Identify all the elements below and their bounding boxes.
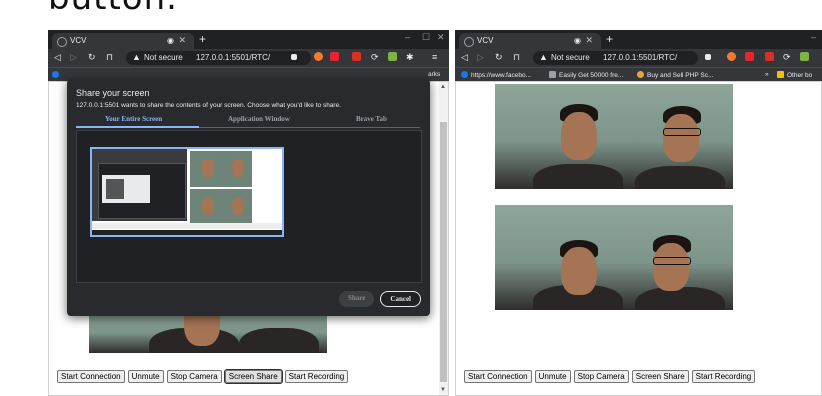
forward-icon[interactable]: ▷	[70, 52, 77, 63]
rewards-icon[interactable]	[745, 52, 754, 61]
browser-tab[interactable]: VCV ◉ ✕	[459, 33, 601, 49]
control-buttons: Start Connection Unmute Stop Camera Scre…	[57, 369, 349, 384]
reload-icon[interactable]: ↻	[88, 52, 96, 63]
scroll-up-icon[interactable]: ▲	[440, 84, 446, 90]
dialog-tabs: Your Entire Screen Application Window Br…	[76, 113, 420, 128]
start-connection-button[interactable]: Start Connection	[57, 370, 125, 383]
browser-tab[interactable]: VCV ◉ ✕	[52, 33, 194, 49]
pdf-extension-icon[interactable]	[352, 52, 361, 61]
puzzle-icon[interactable]: ✱	[406, 52, 414, 63]
minimize-icon[interactable]: –	[811, 32, 816, 42]
share-screen-dialog: Share your screen 127.0.0.1:5501 wants t…	[67, 79, 430, 316]
toolbar: ◁ ▷ ↻ ⊓ ▲ Not secure 127.0.0.1:5501/RTC/…	[48, 49, 449, 67]
screen-thumbnail[interactable]	[90, 147, 284, 237]
warning-icon: ▲	[539, 52, 548, 62]
facebook-icon[interactable]	[52, 71, 62, 79]
extension-icon[interactable]: ⟳	[371, 52, 379, 63]
facebook-icon	[461, 71, 468, 78]
tab-title: VCV	[70, 36, 87, 45]
browser-window-right: VCV ◉ ✕ + – ◁ ▷ ↻ ⊓ ▲ Not secure 127.0.0…	[455, 30, 822, 396]
control-buttons: Start Connection Unmute Stop Camera Scre…	[464, 370, 756, 383]
bookmark-other[interactable]: Other bo	[777, 71, 812, 79]
unmute-button[interactable]: Unmute	[127, 370, 164, 383]
unmute-button[interactable]: Unmute	[534, 370, 571, 383]
tab-title: VCV	[477, 36, 494, 45]
start-connection-button[interactable]: Start Connection	[464, 370, 532, 383]
screen-share-button[interactable]: Screen Share	[631, 370, 689, 383]
bookmark-easily-get[interactable]: Easily Get 50000 fre...	[549, 71, 623, 79]
menu-icon[interactable]: ≡	[432, 52, 437, 62]
scroll-thumb[interactable]	[440, 122, 447, 382]
title-bar: VCV ◉ ✕ + – ☐ ✕	[48, 30, 449, 49]
tab-close-icon[interactable]: ✕	[585, 35, 593, 46]
tab-application-window[interactable]: Application Window	[228, 115, 290, 123]
folder-icon	[777, 71, 784, 78]
address-bar[interactable]: ▲ Not secure 127.0.0.1:5501/RTC/	[533, 51, 698, 65]
bookmark-icon[interactable]: ⊓	[513, 52, 520, 63]
window-close-icon[interactable]: ✕	[437, 32, 445, 43]
start-recording-button[interactable]: Start Recording	[284, 370, 349, 383]
bookmarks-more-icon[interactable]: »	[765, 71, 769, 78]
extension-icon-2[interactable]	[388, 52, 397, 61]
bookmark-facebook[interactable]: https://www.facebo...	[461, 71, 531, 79]
camera-icon[interactable]	[705, 54, 711, 60]
minimize-icon[interactable]: –	[405, 32, 410, 42]
remote-video	[495, 205, 733, 310]
warning-icon: ▲	[132, 52, 141, 62]
reload-icon[interactable]: ↻	[495, 52, 503, 63]
new-tab-button[interactable]: +	[606, 32, 613, 46]
start-recording-button[interactable]: Start Recording	[691, 370, 756, 383]
bookmarks-overflow[interactable]: arks	[428, 71, 440, 78]
url-text: 127.0.0.1:5501/RTC/	[196, 53, 271, 62]
caption-text: button.	[48, 0, 178, 18]
url-text: 127.0.0.1:5501/RTC/	[603, 53, 678, 62]
active-tab-indicator	[76, 126, 199, 128]
forward-icon[interactable]: ▷	[477, 52, 484, 63]
camera-icon[interactable]	[291, 54, 297, 60]
cancel-button[interactable]: Cancel	[380, 291, 421, 307]
brave-shield-icon[interactable]	[314, 52, 323, 61]
extension-icon-2[interactable]	[800, 52, 809, 61]
share-button[interactable]: Share	[339, 291, 375, 307]
address-bar[interactable]: ▲ Not secure 127.0.0.1:5501/RTC/	[126, 51, 311, 65]
site-icon	[549, 71, 556, 78]
security-status: Not secure	[144, 53, 183, 62]
tab-favicon-icon	[57, 37, 67, 47]
scroll-down-icon[interactable]: ▼	[440, 387, 446, 393]
tab-favicon-icon	[464, 37, 474, 47]
screen-share-button[interactable]: Screen Share	[223, 369, 283, 384]
site-icon	[637, 71, 644, 78]
stop-camera-button[interactable]: Stop Camera	[166, 370, 222, 383]
rewards-icon[interactable]	[330, 52, 339, 61]
dialog-description: 127.0.0.1:5501 wants to share the conten…	[76, 102, 342, 109]
page-content: Start Connection Unmute Stop Camera Scre…	[455, 81, 822, 396]
bookmark-buy-sell-php[interactable]: Buy and Sell PHP Sc...	[637, 71, 713, 79]
brave-shield-icon[interactable]	[727, 52, 736, 61]
bookmark-icon[interactable]: ⊓	[106, 52, 113, 63]
toolbar: ◁ ▷ ↻ ⊓ ▲ Not secure 127.0.0.1:5501/RTC/…	[455, 49, 822, 67]
pdf-extension-icon[interactable]	[765, 52, 774, 61]
maximize-icon[interactable]: ☐	[422, 32, 430, 43]
new-tab-button[interactable]: +	[199, 32, 206, 46]
dialog-actions: Share Cancel	[339, 291, 421, 307]
bookmarks-bar: https://www.facebo... Easily Get 50000 f…	[455, 67, 822, 82]
back-icon[interactable]: ◁	[461, 52, 468, 63]
security-status: Not secure	[551, 53, 590, 62]
tab-recording-dot-icon: ◉	[574, 36, 581, 45]
back-icon[interactable]: ◁	[54, 52, 61, 63]
tab-recording-dot-icon: ◉	[167, 36, 174, 45]
extension-icon[interactable]: ⟳	[783, 52, 791, 63]
screen-preview-area	[76, 130, 422, 283]
dialog-title: Share your screen	[76, 88, 150, 98]
local-video	[495, 84, 733, 189]
title-bar: VCV ◉ ✕ + –	[455, 30, 822, 49]
tab-brave-tab[interactable]: Brave Tab	[356, 115, 387, 123]
tab-close-icon[interactable]: ✕	[178, 35, 186, 46]
scrollbar[interactable]: ▲ ▼	[439, 82, 448, 395]
tab-entire-screen[interactable]: Your Entire Screen	[105, 115, 162, 123]
stop-camera-button[interactable]: Stop Camera	[573, 370, 629, 383]
